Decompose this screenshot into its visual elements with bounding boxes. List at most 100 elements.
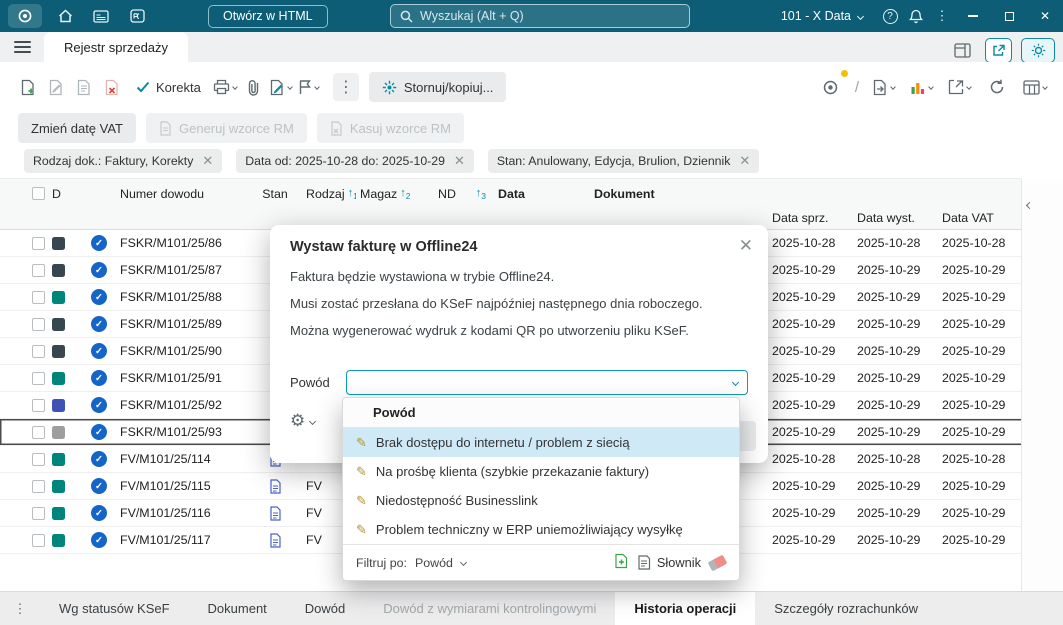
storno-icon <box>382 80 397 94</box>
row-checkbox[interactable] <box>31 263 45 277</box>
chip-close-icon[interactable]: ✕ <box>202 153 213 169</box>
dropdown-item[interactable]: ✎ Na prośbę klienta (szybkie przekazanie… <box>343 457 739 486</box>
data-sprz: 2025-10-29 <box>772 344 836 358</box>
kasuj-wzorce-rm-button[interactable]: Kasuj wzorce RM <box>316 113 465 143</box>
filter-chip-data[interactable]: Data od: 2025-10-28 do: 2025-10-29 ✕ <box>236 149 474 173</box>
main-toolbar: Korekta ⋮ Stornuj/kopiuj... / <box>0 62 1063 112</box>
col-header-magazyn[interactable]: Magaz ↑2 <box>356 179 434 229</box>
attachments-button[interactable] <box>239 72 267 102</box>
eraser-icon[interactable] <box>707 554 728 571</box>
add-document-button[interactable] <box>14 72 42 102</box>
powod-combobox[interactable] <box>346 370 748 395</box>
row-checkbox[interactable] <box>31 290 45 304</box>
col-header-rodzaj[interactable]: Rodzaj ↑1 <box>300 179 356 229</box>
chip-close-icon[interactable]: ✕ <box>739 153 750 169</box>
col-header-numer[interactable]: Numer dowodu <box>116 179 250 229</box>
company-selector[interactable]: 101 - X Data <box>781 9 865 23</box>
theme-bulb-icon[interactable] <box>1021 37 1055 63</box>
row-checkbox[interactable] <box>31 425 45 439</box>
filter-field-selector[interactable]: Powód <box>415 556 453 570</box>
collapse-panel-icon[interactable] <box>1025 201 1034 210</box>
import-button[interactable] <box>945 72 973 102</box>
ksef-status-icon: ✓ <box>91 262 107 278</box>
col-header-nd[interactable]: ND ↑3 <box>434 179 492 229</box>
filter-chip-rodzaj[interactable]: Rodzaj dok.: Faktury, Korekty ✕ <box>24 149 223 173</box>
preview-document-button[interactable] <box>70 72 98 102</box>
select-all-checkbox[interactable] <box>31 187 45 200</box>
help-icon[interactable]: ? <box>877 4 903 28</box>
notifications-bell-icon[interactable] <box>903 4 929 28</box>
col-header-data-sprz[interactable]: Data sprz. <box>766 179 851 229</box>
dropdown-item[interactable]: ✎ Brak dostępu do internetu / problem z … <box>343 428 739 457</box>
generuj-wzorce-rm-button[interactable]: Generuj wzorce RM <box>146 113 307 143</box>
data-wyst: 2025-10-29 <box>857 479 921 493</box>
tab-dowod[interactable]: Dowód <box>286 592 364 625</box>
bc-module-icon[interactable] <box>124 4 150 28</box>
edit-notes-button[interactable] <box>267 72 295 102</box>
row-checkbox[interactable] <box>31 398 45 412</box>
tab-dokument[interactable]: Dokument <box>189 592 286 625</box>
close-window-button[interactable]: ✕ <box>1027 0 1063 32</box>
row-checkbox[interactable] <box>31 236 45 250</box>
tab-szczegoly-rozrachunkow[interactable]: Szczegóły rozrachunków <box>755 592 937 625</box>
modal-close-icon[interactable]: ✕ <box>739 236 753 256</box>
minimize-button[interactable] <box>955 0 991 32</box>
news-panel-icon[interactable] <box>88 4 114 28</box>
row-checkbox[interactable] <box>31 344 45 358</box>
row-checkbox[interactable] <box>31 371 45 385</box>
col-header-d[interactable]: D <box>52 179 82 229</box>
filter-chip-stan[interactable]: Stan: Anulowany, Edycja, Brulion, Dzienn… <box>487 149 760 173</box>
hamburger-menu-icon[interactable] <box>0 41 44 53</box>
row-checkbox[interactable] <box>31 533 45 547</box>
refresh-button[interactable] <box>983 72 1011 102</box>
edit-document-button[interactable] <box>42 72 70 102</box>
zmien-date-vat-button[interactable]: Zmień datę VAT <box>18 113 136 143</box>
row-checkbox[interactable] <box>31 506 45 520</box>
more-tools-icon[interactable]: ⋮ <box>332 73 359 101</box>
powod-dropdown: Powód ✎ Brak dostępu do internetu / prob… <box>342 397 740 581</box>
col-header-data-wyst[interactable]: Data wyst. <box>851 179 936 229</box>
tab-wg-statusow-ksef[interactable]: Wg statusów KSeF <box>40 592 189 625</box>
slownik-button[interactable]: Słownik <box>637 555 701 570</box>
print-button[interactable] <box>211 72 239 102</box>
add-dictionary-entry-button[interactable] <box>614 553 629 572</box>
tab-rejestr-sprzedazy[interactable]: Rejestr sprzedaży <box>44 32 189 62</box>
bottom-tabs-menu-icon[interactable]: ⋮ <box>0 601 40 617</box>
data-vat: 2025-10-29 <box>942 479 1006 493</box>
erp-app-icon[interactable] <box>817 70 848 102</box>
share-icon[interactable] <box>985 37 1012 63</box>
table-settings-button[interactable] <box>1021 72 1049 102</box>
col-header-dokument[interactable]: Dokument <box>588 179 766 229</box>
app-logo-icon[interactable] <box>8 4 42 28</box>
row-checkbox[interactable] <box>31 479 45 493</box>
ksef-status-icon: ✓ <box>91 505 107 521</box>
analytics-chart-button[interactable] <box>907 72 935 102</box>
row-checkbox[interactable] <box>31 317 45 331</box>
flag-button[interactable] <box>295 72 323 102</box>
chip-close-icon[interactable]: ✕ <box>454 153 465 169</box>
data-sprz: 2025-10-29 <box>772 263 836 277</box>
delete-document-button[interactable] <box>98 72 126 102</box>
col-header-data[interactable]: Data <box>492 179 588 229</box>
dropdown-item[interactable]: ✎ Niedostępność Businesslink <box>343 486 739 515</box>
document-icon <box>160 120 171 136</box>
doc-status-square <box>52 425 65 439</box>
col-header-stan[interactable]: Stan <box>250 179 300 229</box>
ksef-status-icon: ✓ <box>91 316 107 332</box>
open-in-html-button[interactable]: Otwórz w HTML <box>208 4 328 28</box>
maximize-button[interactable] <box>991 0 1027 32</box>
dropdown-item[interactable]: ✎ Problem techniczny w ERP uniemożliwiaj… <box>343 515 739 544</box>
export-document-button[interactable] <box>869 72 897 102</box>
stornuj-kopiuj-button[interactable]: Stornuj/kopiuj... <box>368 72 507 102</box>
home-icon[interactable] <box>52 4 78 28</box>
col-header-data-vat[interactable]: Data VAT <box>936 179 1021 229</box>
data-wyst: 2025-10-29 <box>857 533 921 547</box>
tab-historia-operacji[interactable]: Historia operacji <box>615 591 756 625</box>
row-checkbox[interactable] <box>31 452 45 466</box>
tab-dowod-z-wymiarami[interactable]: Dowód z wymiarami kontrolingowymi <box>364 592 615 625</box>
korekta-button[interactable]: Korekta <box>136 72 201 102</box>
layout-panels-icon[interactable] <box>948 35 976 65</box>
global-search-input[interactable]: Wyszukaj (Alt + Q) <box>390 4 690 28</box>
chevron-down-icon <box>231 84 238 90</box>
more-menu-icon[interactable]: ⋮ <box>929 4 955 28</box>
